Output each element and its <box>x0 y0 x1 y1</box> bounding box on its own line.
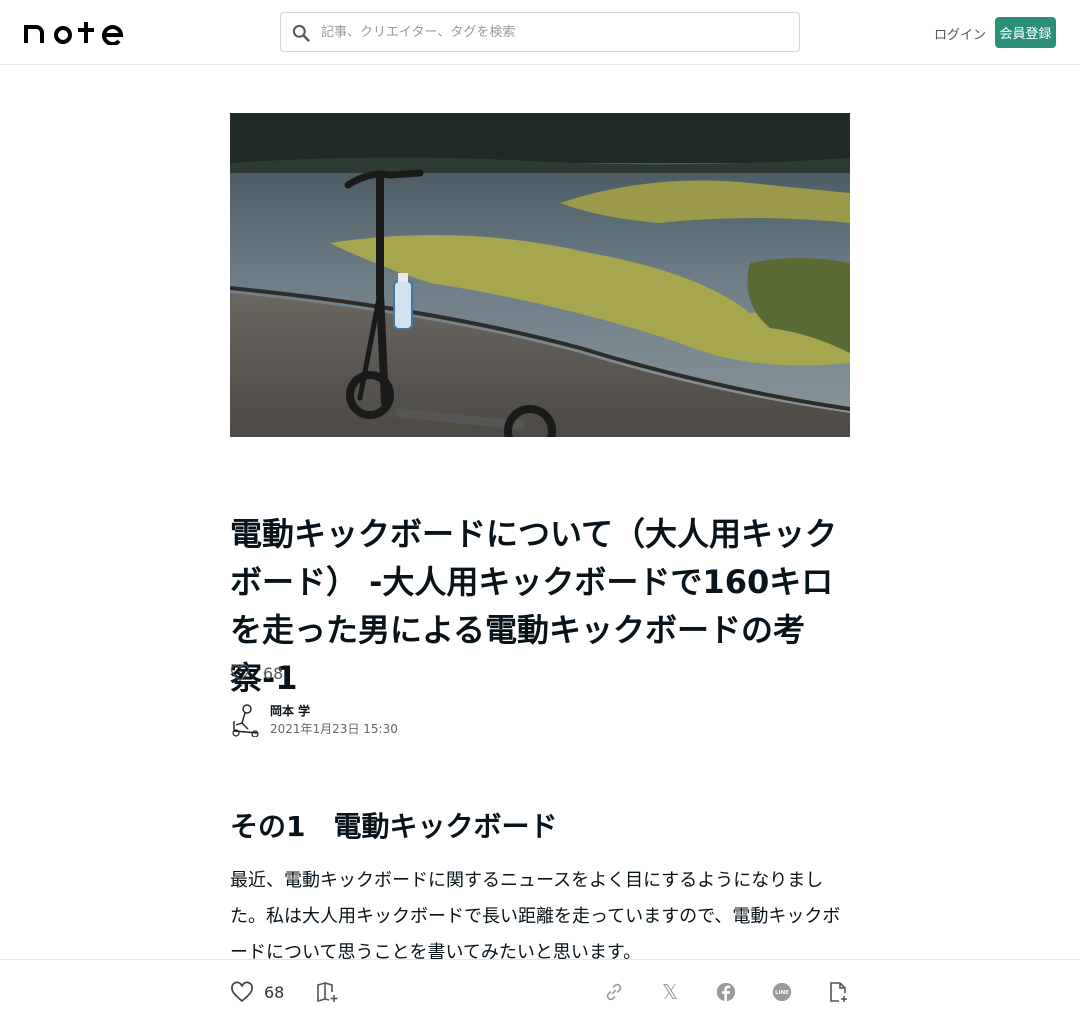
facebook-share-button[interactable] <box>714 980 738 1004</box>
bottom-action-bar: 68 𝕏 LINE <box>0 959 1080 1024</box>
article-body: 最近、電動キックボードに関するニュースをよく目にするようになりました。私は大人用… <box>230 870 841 963</box>
x-share-button[interactable]: 𝕏 <box>658 980 682 1004</box>
add-to-magazine-icon <box>317 981 338 1003</box>
author-meta: 岡本 学 2021年1月23日 15:30 <box>270 702 398 738</box>
post-date: 2021年1月23日 15:30 <box>270 722 398 736</box>
author-name[interactable]: 岡本 学 <box>270 702 398 720</box>
copy-link-button[interactable] <box>602 980 626 1004</box>
search-box[interactable] <box>280 12 800 52</box>
article-title: 電動キックボードについて（大人用キックボード） -大人用キックボードで160キロ… <box>230 515 838 697</box>
site-header: note ログイン 会員登録 <box>0 0 1080 65</box>
heart-outline-icon[interactable] <box>230 663 250 683</box>
facebook-icon <box>716 982 736 1002</box>
line-share-button[interactable]: LINE <box>770 980 794 1004</box>
bottom-like-count: 68 <box>264 982 285 1002</box>
add-note-icon <box>830 982 847 1002</box>
x-share-icon: 𝕏 <box>661 980 679 1004</box>
like-count: 68 <box>263 663 284 683</box>
like-row: 68 <box>230 662 283 684</box>
hero-image <box>230 113 850 437</box>
search-input[interactable] <box>321 13 791 51</box>
note-logo[interactable]: note <box>24 19 124 45</box>
add-note-button[interactable] <box>826 980 850 1004</box>
search-icon <box>292 24 310 42</box>
heart-outline-icon <box>231 981 253 1003</box>
login-link[interactable]: ログイン <box>934 24 986 43</box>
bottom-like-button[interactable]: 68 <box>230 980 284 1004</box>
section-heading: その1 電動キックボード <box>230 810 558 843</box>
author-block[interactable]: 岡本 学 2021年1月23日 15:30 <box>230 702 398 738</box>
add-to-magazine-button[interactable] <box>315 980 339 1004</box>
link-icon <box>606 983 622 1001</box>
avatar[interactable] <box>230 703 260 737</box>
svg-text:LINE: LINE <box>775 990 789 996</box>
signup-button[interactable]: 会員登録 <box>995 17 1056 48</box>
line-icon: LINE <box>772 982 792 1002</box>
